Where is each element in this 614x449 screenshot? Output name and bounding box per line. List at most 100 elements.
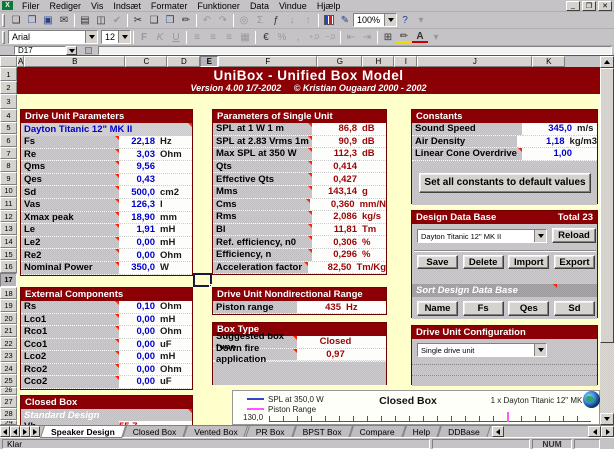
component-value[interactable]: 0,00 <box>119 326 157 339</box>
scrollbar-thumb[interactable] <box>600 68 614 343</box>
parameter-value[interactable]: 0,43 <box>119 174 157 187</box>
configuration-dropdown-arrow[interactable] <box>534 344 546 356</box>
minimize-icon[interactable]: _ <box>566 1 580 11</box>
spelling-icon[interactable]: ✔ <box>109 13 125 28</box>
row-header[interactable]: 3 <box>0 94 17 109</box>
bold-icon[interactable]: F <box>136 30 152 45</box>
menu-item[interactable]: Indsæt <box>108 1 146 11</box>
chart-wizard-icon[interactable] <box>321 13 337 28</box>
row-header[interactable]: 4 <box>0 109 17 122</box>
constant-value[interactable]: 1,18 <box>517 136 567 149</box>
font-color-icon[interactable]: A <box>412 31 428 43</box>
sort-descending-icon[interactable]: ↑ <box>300 13 316 28</box>
driver-dropdown-arrow[interactable] <box>534 230 546 242</box>
row-header[interactable]: 20 <box>0 312 17 325</box>
web-icon[interactable]: ◎ <box>236 13 252 28</box>
parameter-value[interactable]: 22,18 <box>119 136 157 149</box>
new-icon[interactable]: ❏ <box>8 13 24 28</box>
formula-input[interactable] <box>98 46 612 55</box>
row-header[interactable]: 18 <box>0 287 17 300</box>
row-header[interactable]: 8 <box>0 159 17 172</box>
column-header[interactable]: J <box>417 56 532 67</box>
database-action-button[interactable]: Import <box>508 255 549 269</box>
undo-icon[interactable]: ↶ <box>199 13 215 28</box>
database-action-button[interactable]: Save <box>417 255 458 269</box>
menu-item[interactable]: Vindue <box>274 1 312 11</box>
format-painter-icon[interactable]: ✏ <box>178 13 194 28</box>
row-header[interactable]: 25 <box>0 374 17 387</box>
row-header[interactable]: 21 <box>0 324 17 337</box>
row-header[interactable]: 11 <box>0 197 17 210</box>
row-header[interactable]: 27 <box>0 395 17 408</box>
sort-button[interactable]: Sd <box>554 301 595 316</box>
row-header[interactable]: 1 <box>0 67 17 81</box>
increase-decimal-icon[interactable]: +,0 <box>306 30 322 45</box>
open-icon[interactable]: ❐ <box>24 13 40 28</box>
parameter-value[interactable]: 1,91 <box>119 224 157 237</box>
merge-center-icon[interactable]: ▦ <box>237 30 253 45</box>
row-header[interactable]: 2 <box>0 81 17 94</box>
borders-icon[interactable]: ⊞ <box>380 30 396 45</box>
column-header[interactable]: C <box>125 56 167 67</box>
name-box-dropdown-arrow[interactable] <box>66 46 77 55</box>
decrease-decimal-icon[interactable]: −,0 <box>322 30 338 45</box>
reset-constants-button[interactable]: Set all constants to default values <box>419 173 591 193</box>
component-value[interactable]: 0,10 <box>119 301 157 314</box>
component-value[interactable]: 0,00 <box>119 339 157 352</box>
column-header[interactable]: D <box>167 56 200 67</box>
database-action-button[interactable]: Delete <box>463 255 504 269</box>
align-right-icon[interactable]: ≡ <box>221 30 237 45</box>
database-action-button[interactable]: Export <box>554 255 595 269</box>
tab-split-handle[interactable] <box>492 426 504 437</box>
row-header[interactable]: 23 <box>0 349 17 362</box>
parameter-value[interactable]: 0,00 <box>119 237 157 250</box>
last-sheet-icon[interactable] <box>30 426 40 437</box>
sheet-tab[interactable]: Vented Box <box>185 426 246 438</box>
more-buttons-icon[interactable]: ▾ <box>428 30 444 45</box>
component-value[interactable]: 0,00 <box>119 314 157 327</box>
parameter-value[interactable]: 500,0 <box>119 186 157 199</box>
paste-icon[interactable]: ❒ <box>162 13 178 28</box>
reload-button[interactable]: Reload <box>552 228 596 243</box>
row-header[interactable]: 13 <box>0 222 17 235</box>
font-name-combo[interactable]: Arial <box>8 30 98 44</box>
component-value[interactable]: 0,00 <box>119 351 157 364</box>
sort-button[interactable]: Name <box>417 301 458 316</box>
name-box[interactable]: D17 <box>14 46 66 55</box>
menu-item[interactable]: Vis <box>86 1 108 11</box>
configuration-combo[interactable]: Single drive unit <box>417 343 547 357</box>
parameter-value[interactable]: 0,00 <box>119 249 157 262</box>
row-header[interactable]: 22 <box>0 337 17 350</box>
column-header[interactable]: H <box>362 56 394 67</box>
parameter-value[interactable]: 350,0 <box>119 262 157 275</box>
font-dropdown-arrow[interactable] <box>85 31 97 43</box>
autosum-icon[interactable]: Σ <box>252 13 268 28</box>
cut-icon[interactable]: ✂ <box>130 13 146 28</box>
currency-icon[interactable]: € <box>258 30 274 45</box>
selected-cell-d17[interactable] <box>193 273 212 287</box>
row-header[interactable]: 6 <box>0 134 17 147</box>
save-icon[interactable]: ▣ <box>40 13 56 28</box>
menu-item[interactable]: Formater <box>146 1 193 11</box>
column-header[interactable]: I <box>394 56 417 67</box>
menu-item[interactable]: Filer <box>17 1 45 11</box>
zoom-dropdown-arrow[interactable] <box>384 14 396 26</box>
sheet-tab[interactable]: Speaker Design <box>42 426 124 438</box>
zoom-combo[interactable]: 100% <box>353 13 397 27</box>
excel-app-icon[interactable]: X <box>2 1 13 10</box>
copy-icon[interactable]: ❑ <box>146 13 162 28</box>
component-value[interactable]: 0,00 <box>119 376 157 389</box>
scroll-left-icon[interactable] <box>588 426 601 437</box>
align-center-icon[interactable]: ≡ <box>205 30 221 45</box>
first-sheet-icon[interactable] <box>0 426 10 437</box>
percent-icon[interactable]: % <box>274 30 290 45</box>
restore-icon[interactable]: ❐ <box>582 1 596 11</box>
sheet-tab[interactable]: Closed Box <box>124 426 185 438</box>
row-header[interactable]: 16 <box>0 260 17 273</box>
menu-item[interactable]: Data <box>245 1 274 11</box>
row-header[interactable]: 10 <box>0 185 17 198</box>
more-buttons-icon[interactable]: ▾ <box>413 13 429 28</box>
row-header[interactable]: 5 <box>0 122 17 135</box>
column-header[interactable]: B <box>24 56 125 67</box>
constant-value[interactable]: 345,0 <box>522 123 574 136</box>
